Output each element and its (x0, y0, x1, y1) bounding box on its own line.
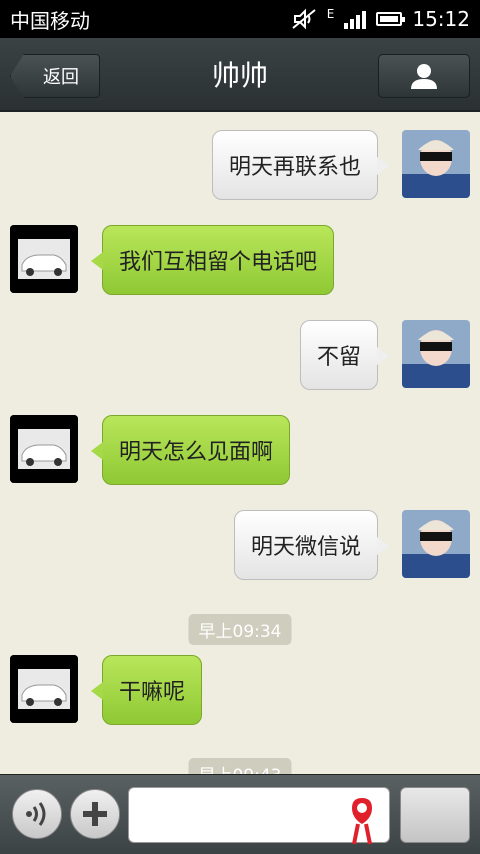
mute-icon (292, 8, 316, 30)
voice-icon (26, 802, 46, 826)
incoming-message-bubble[interactable]: 我们互相留个电话吧 (90, 225, 335, 295)
plus-icon (83, 802, 107, 826)
outgoing-message-bubble[interactable]: 明天再联系也 (211, 130, 390, 200)
profile-icon (411, 64, 437, 89)
page-title: 帅帅 (211, 59, 268, 92)
self-avatar[interactable] (402, 130, 470, 198)
network-type-label: E (326, 7, 335, 21)
message-timestamp: 早上09:43 (188, 758, 292, 774)
incoming-message-bubble[interactable]: 干嘛呢 (90, 655, 203, 725)
incoming-message-bubble[interactable]: 明天怎么见面啊 (90, 415, 291, 485)
chat-list[interactable]: 明天再联系也 我们互相留个电话吧 不留 明天怎么见面啊 明天微信说 早上09:3… (0, 112, 480, 774)
contact-avatar[interactable] (10, 415, 78, 483)
status-bar: 中国移动 E 15:12 (0, 0, 480, 38)
back-button[interactable]: 返回 (10, 54, 100, 98)
status-icons: E 15:12 (291, 7, 470, 31)
self-avatar[interactable] (402, 320, 470, 388)
self-avatar[interactable] (402, 510, 470, 578)
battery-icon (376, 12, 406, 26)
contact-avatar[interactable] (10, 225, 78, 293)
profile-button[interactable] (378, 54, 470, 98)
outgoing-message-bubble[interactable]: 不留 (299, 320, 390, 390)
clock-label: 15:12 (412, 7, 470, 31)
carrier-label: 中国移动 (10, 8, 90, 33)
signal-icon (344, 9, 367, 29)
site-watermark (348, 790, 478, 850)
attach-button[interactable] (70, 789, 120, 839)
message-timestamp: 早上09:34 (188, 614, 292, 645)
outgoing-message-bubble[interactable]: 明天微信说 (233, 510, 390, 580)
title-bar: 返回 帅帅 (0, 38, 480, 112)
contact-avatar[interactable] (10, 655, 78, 723)
voice-toggle-button[interactable] (12, 789, 62, 839)
